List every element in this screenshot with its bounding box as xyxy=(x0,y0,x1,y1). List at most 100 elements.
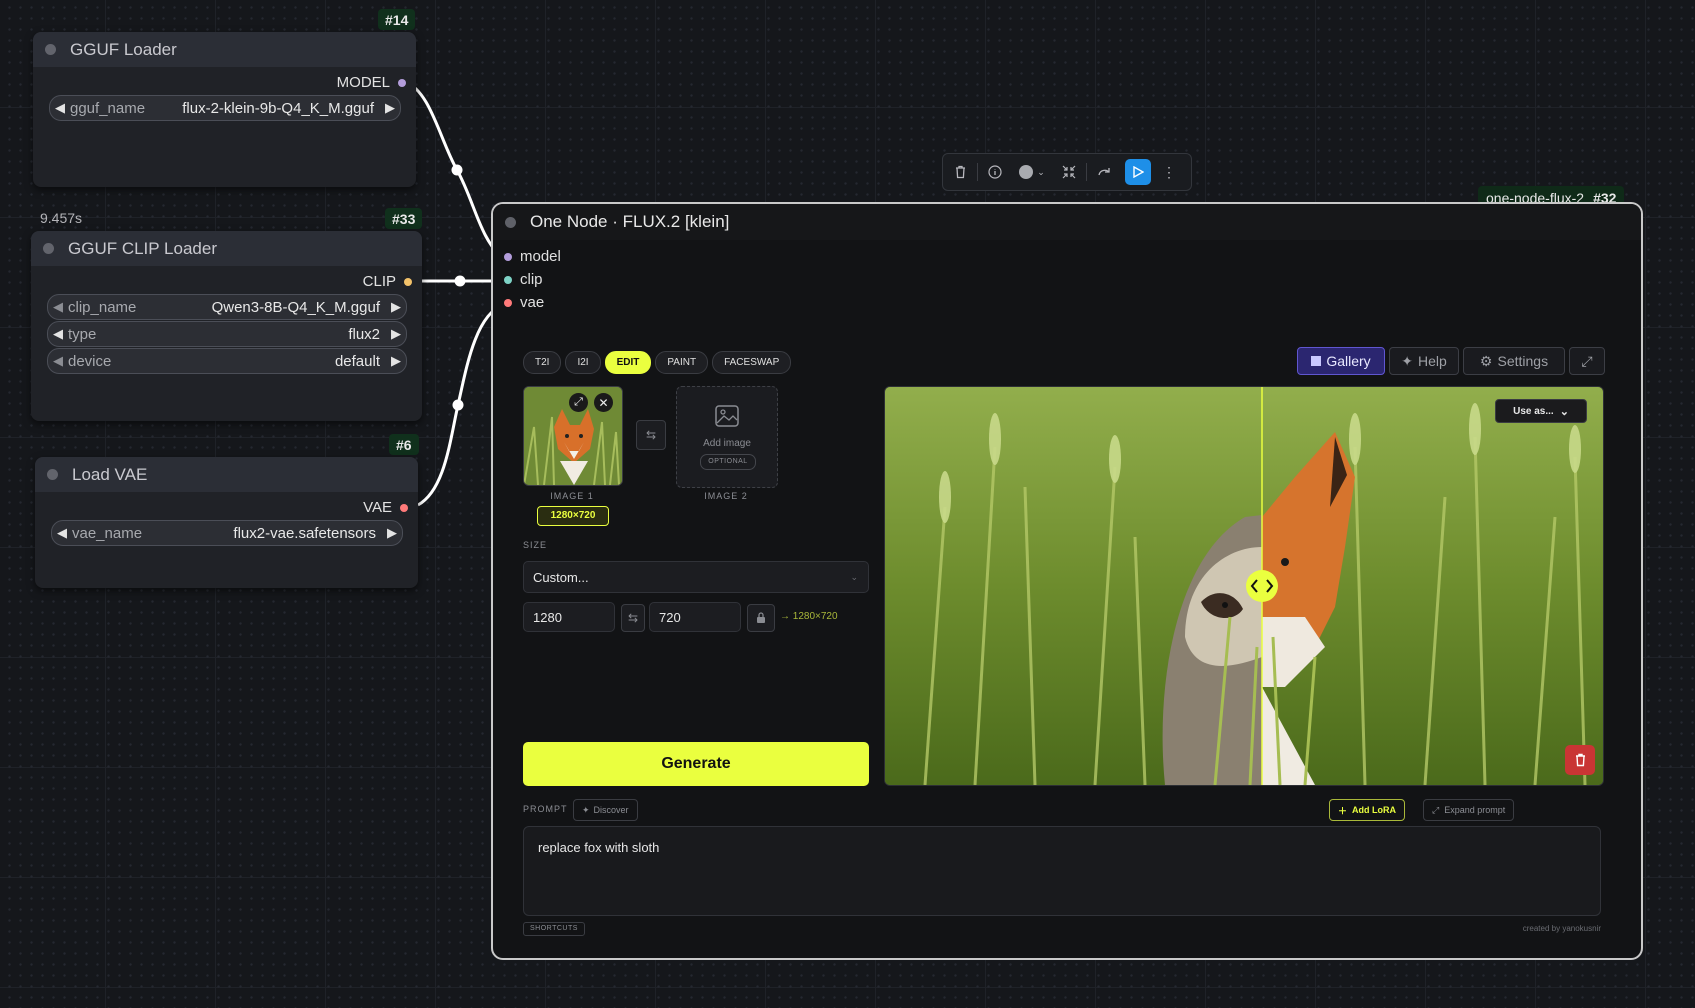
next-arrow-icon[interactable]: ▶ xyxy=(380,100,400,116)
width-input[interactable]: 1280 xyxy=(523,602,615,632)
collapse-dot[interactable] xyxy=(47,469,58,480)
button-label: Settings xyxy=(1497,353,1549,369)
image1-thumbnail[interactable]: ⤢ ✕ xyxy=(523,386,623,486)
gguf-loader-node[interactable]: GGUF Loader MODEL ◀ gguf_name flux-2-kle… xyxy=(33,32,416,187)
dropdown-label: Use as... xyxy=(1513,405,1554,417)
sparkle-icon: ✦ xyxy=(582,804,590,815)
swap-images-icon[interactable]: ⇆ xyxy=(636,420,666,450)
tab-t2i[interactable]: T2I xyxy=(523,351,562,374)
help-button[interactable]: ✦ Help xyxy=(1389,347,1459,375)
color-picker-button[interactable]: ⌄ xyxy=(1012,157,1052,187)
model-socket[interactable] xyxy=(504,252,512,261)
lock-aspect-icon[interactable] xyxy=(747,604,775,632)
prev-arrow-icon[interactable]: ◀ xyxy=(48,299,68,315)
close-icon[interactable]: ✕ xyxy=(594,393,613,412)
prev-arrow-icon[interactable]: ◀ xyxy=(52,525,72,541)
settings-button[interactable]: ⚙ Settings xyxy=(1463,347,1565,375)
credit-text: created by yanokusnir xyxy=(1522,924,1601,933)
chevron-down-icon: ⌄ xyxy=(1559,405,1569,418)
widget-label: clip_name xyxy=(68,298,137,316)
node-title-bar[interactable]: GGUF CLIP Loader xyxy=(31,231,422,266)
model-input[interactable]: model xyxy=(504,245,561,268)
collapse-dot[interactable] xyxy=(505,216,516,228)
size-preset-select[interactable]: Custom... ⌄ xyxy=(523,561,869,593)
tab-faceswap[interactable]: FACESWAP xyxy=(712,351,792,374)
node-id-badge: #6 xyxy=(389,434,419,455)
image-icon xyxy=(715,405,739,427)
expand-image-icon[interactable]: ⤢ xyxy=(569,393,588,412)
input-label: model xyxy=(520,248,561,265)
gallery-button[interactable]: Gallery xyxy=(1297,347,1385,375)
vae-output[interactable]: VAE xyxy=(363,499,408,516)
vae-input[interactable]: vae xyxy=(504,291,561,314)
widget-value: flux2-vae.safetensors xyxy=(233,524,376,542)
expand-icon: ⤢ xyxy=(1432,804,1440,815)
collapse-icon[interactable] xyxy=(1052,157,1086,187)
vae-name-widget[interactable]: ◀ vae_name flux2-vae.safetensors ▶ xyxy=(51,520,403,546)
prev-arrow-icon[interactable]: ◀ xyxy=(48,326,68,342)
widget-value: Qwen3-8B-Q4_K_M.gguf xyxy=(211,298,380,316)
model-output[interactable]: MODEL xyxy=(337,74,406,91)
comparison-preview[interactable]: Use as... ⌄ xyxy=(884,386,1604,786)
vae-socket[interactable] xyxy=(400,503,408,512)
input-label: clip xyxy=(520,271,543,288)
image1-label: IMAGE 1 xyxy=(550,491,594,501)
vae-socket[interactable] xyxy=(504,298,512,307)
button-label: Discover xyxy=(593,805,629,815)
node-title-bar[interactable]: Load VAE xyxy=(35,457,418,492)
button-label: Gallery xyxy=(1326,353,1371,369)
generate-button[interactable]: Generate xyxy=(523,742,869,786)
shortcuts-button[interactable]: SHORTCUTS xyxy=(523,922,585,936)
gguf-clip-loader-node[interactable]: GGUF CLIP Loader CLIP ◀ clip_name Qwen3-… xyxy=(31,231,422,421)
node-title: One Node · FLUX.2 [klein] xyxy=(530,212,730,231)
gguf-name-widget[interactable]: ◀ gguf_name flux-2-klein-9b-Q4_K_M.gguf … xyxy=(49,95,401,121)
widget-value: flux-2-klein-9b-Q4_K_M.gguf xyxy=(182,99,374,117)
node-title-bar[interactable]: One Node · FLUX.2 [klein] xyxy=(493,204,1641,240)
more-options-icon[interactable]: ⋮ xyxy=(1155,157,1183,187)
prompt-textarea[interactable]: replace fox with sloth xyxy=(523,826,1601,916)
collapse-dot[interactable] xyxy=(45,44,56,55)
load-vae-node[interactable]: Load VAE VAE ◀ vae_name flux2-vae.safete… xyxy=(35,457,418,588)
next-arrow-icon[interactable]: ▶ xyxy=(386,299,406,315)
info-icon[interactable] xyxy=(978,157,1012,187)
image2-dropzone[interactable]: Add image OPTIONAL xyxy=(676,386,778,488)
height-input[interactable]: 720 xyxy=(649,602,741,632)
node-title-bar[interactable]: GGUF Loader xyxy=(33,32,416,67)
model-socket[interactable] xyxy=(398,78,406,87)
next-arrow-icon[interactable]: ▶ xyxy=(386,353,406,369)
clip-name-widget[interactable]: ◀ clip_name Qwen3-8B-Q4_K_M.gguf ▶ xyxy=(47,294,407,320)
clip-output[interactable]: CLIP xyxy=(363,273,412,290)
next-arrow-icon[interactable]: ▶ xyxy=(386,326,406,342)
type-widget[interactable]: ◀ type flux2 ▶ xyxy=(47,321,407,347)
collapse-dot[interactable] xyxy=(43,243,54,254)
expand-prompt-button[interactable]: ⤢ Expand prompt xyxy=(1423,799,1515,821)
tab-edit[interactable]: EDIT xyxy=(604,351,652,374)
node-title: Load VAE xyxy=(72,464,148,484)
next-arrow-icon[interactable]: ▶ xyxy=(382,525,402,541)
clip-input[interactable]: clip xyxy=(504,268,561,291)
node-title: GGUF Loader xyxy=(70,39,177,59)
swap-dimensions-icon[interactable]: ⇆ xyxy=(621,604,645,632)
delete-image-button[interactable] xyxy=(1565,745,1595,775)
tab-paint[interactable]: PAINT xyxy=(655,351,709,374)
clip-socket[interactable] xyxy=(404,277,412,286)
clip-socket[interactable] xyxy=(504,275,512,284)
add-lora-button[interactable]: ＋ Add LoRA xyxy=(1329,799,1406,821)
tab-i2i[interactable]: I2I xyxy=(565,351,601,374)
image2-label: IMAGE 2 xyxy=(704,491,748,501)
prev-arrow-icon[interactable]: ◀ xyxy=(50,100,70,116)
expand-icon[interactable]: ⤢ xyxy=(1569,347,1605,375)
prev-arrow-icon[interactable]: ◀ xyxy=(48,353,68,369)
node-id-badge: #14 xyxy=(378,9,416,30)
use-as-dropdown[interactable]: Use as... ⌄ xyxy=(1495,399,1587,423)
one-node-flux2-node[interactable]: One Node · FLUX.2 [klein] model clip vae… xyxy=(491,202,1643,960)
run-button[interactable] xyxy=(1125,159,1151,185)
output-label: CLIP xyxy=(362,273,396,290)
discover-button[interactable]: ✦ Discover xyxy=(573,799,638,821)
device-widget[interactable]: ◀ device default ▶ xyxy=(47,348,407,374)
redo-icon[interactable] xyxy=(1087,157,1121,187)
trash-icon xyxy=(1575,753,1585,767)
trash-icon[interactable] xyxy=(943,157,977,187)
widget-label: gguf_name xyxy=(70,99,146,117)
widget-label: vae_name xyxy=(72,524,143,542)
